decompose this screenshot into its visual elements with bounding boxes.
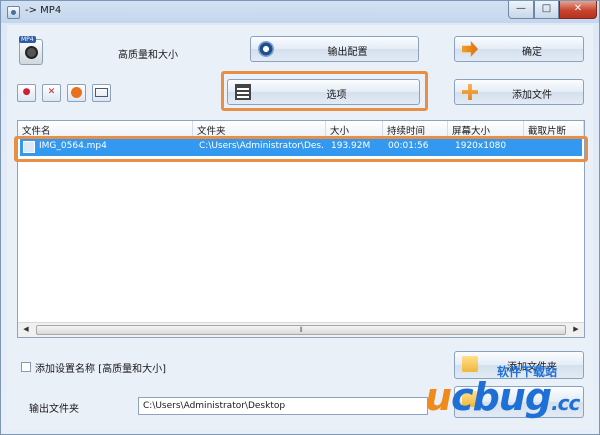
add-setting-name-label: 添加设置名称 [高质量和大小] [35, 364, 166, 375]
film-reel-icon [25, 46, 38, 59]
column-header-duration[interactable]: 持续时间 [383, 121, 448, 137]
column-header-filename[interactable]: 文件名 [18, 121, 193, 137]
output-folder-field[interactable]: C:\Users\Administrator\Desktop [138, 397, 428, 415]
add-setting-name-checkbox[interactable] [21, 362, 31, 372]
app-icon [7, 6, 20, 19]
add-file-label: 添加文件 [512, 90, 552, 101]
folder-icon [462, 356, 478, 372]
scroll-thumb[interactable]: ⦀ [36, 325, 566, 335]
file-list-table[interactable]: 文件名 文件夹 大小 持续时间 屏幕大小 截取片断 IMG_0564.mp4 C… [17, 120, 585, 338]
browse-button[interactable] [454, 386, 584, 418]
profile-name: 高质量和大小 [118, 50, 178, 61]
arrow-right-icon [462, 41, 478, 57]
video-file-icon [23, 141, 35, 153]
column-header-clip[interactable]: 截取片断 [524, 121, 584, 137]
window-title: -> MP4 [25, 5, 62, 16]
horizontal-scrollbar[interactable]: ◀ ⦀ ▶ [18, 322, 584, 337]
scroll-left-icon[interactable]: ◀ [19, 325, 33, 336]
cell-folder: C:\Users\Administrator\Des... [199, 141, 323, 151]
media-info-button[interactable] [92, 84, 111, 102]
options-label: 选项 [326, 90, 347, 101]
maximize-button[interactable]: □ [534, 1, 559, 19]
output-folder-label: 输出文件夹 [29, 404, 79, 415]
new-icon: ● [22, 87, 31, 97]
column-header-size[interactable]: 大小 [326, 121, 383, 137]
ok-button[interactable]: 确定 [454, 36, 584, 62]
profile-icon-tag: MP4 [19, 36, 36, 43]
column-header-folder[interactable]: 文件夹 [193, 121, 326, 137]
cell-size: 193.92M [331, 141, 371, 151]
cell-filename: IMG_0564.mp4 [39, 141, 107, 151]
options-button[interactable]: 选项 [227, 79, 420, 105]
mp4-profile-icon: MP4 [19, 36, 43, 65]
add-folder-button[interactable]: 添加文件夹 [454, 351, 584, 379]
add-file-button[interactable]: 添加文件 [454, 79, 584, 105]
close-button[interactable]: ✕ [559, 1, 597, 19]
app-window: -> MP4 — □ ✕ MP4 高质量和大小 输出配置 确定 选项 添加文件 … [0, 0, 600, 435]
play-button[interactable] [67, 84, 86, 102]
scroll-right-icon[interactable]: ▶ [569, 325, 583, 336]
cell-screen-size: 1920x1080 [455, 141, 507, 151]
plus-icon [462, 84, 478, 100]
gear-icon [258, 41, 274, 57]
media-info-icon [95, 88, 108, 97]
ok-label: 确定 [522, 47, 542, 58]
cell-duration: 00:01:56 [388, 141, 429, 151]
new-button[interactable]: ● [17, 84, 36, 102]
title-bar: -> MP4 — □ ✕ [1, 1, 599, 23]
table-row[interactable]: IMG_0564.mp4 C:\Users\Administrator\Des.… [20, 139, 582, 156]
output-config-button[interactable]: 输出配置 [250, 36, 419, 62]
table-header: 文件名 文件夹 大小 持续时间 屏幕大小 截取片断 [18, 121, 584, 137]
add-folder-label: 添加文件夹 [507, 362, 557, 373]
minimize-button[interactable]: — [508, 1, 534, 19]
folder-open-icon [462, 391, 478, 407]
delete-icon: ✕ [47, 87, 56, 97]
play-icon [71, 87, 82, 98]
output-config-label: 输出配置 [327, 47, 368, 58]
delete-button[interactable]: ✕ [42, 84, 61, 102]
dialog-body: MP4 高质量和大小 输出配置 确定 选项 添加文件 ● ✕ 文件名 文件夹 大… [7, 25, 593, 430]
column-header-screen-size[interactable]: 屏幕大小 [448, 121, 524, 137]
film-scissors-icon [235, 84, 251, 100]
